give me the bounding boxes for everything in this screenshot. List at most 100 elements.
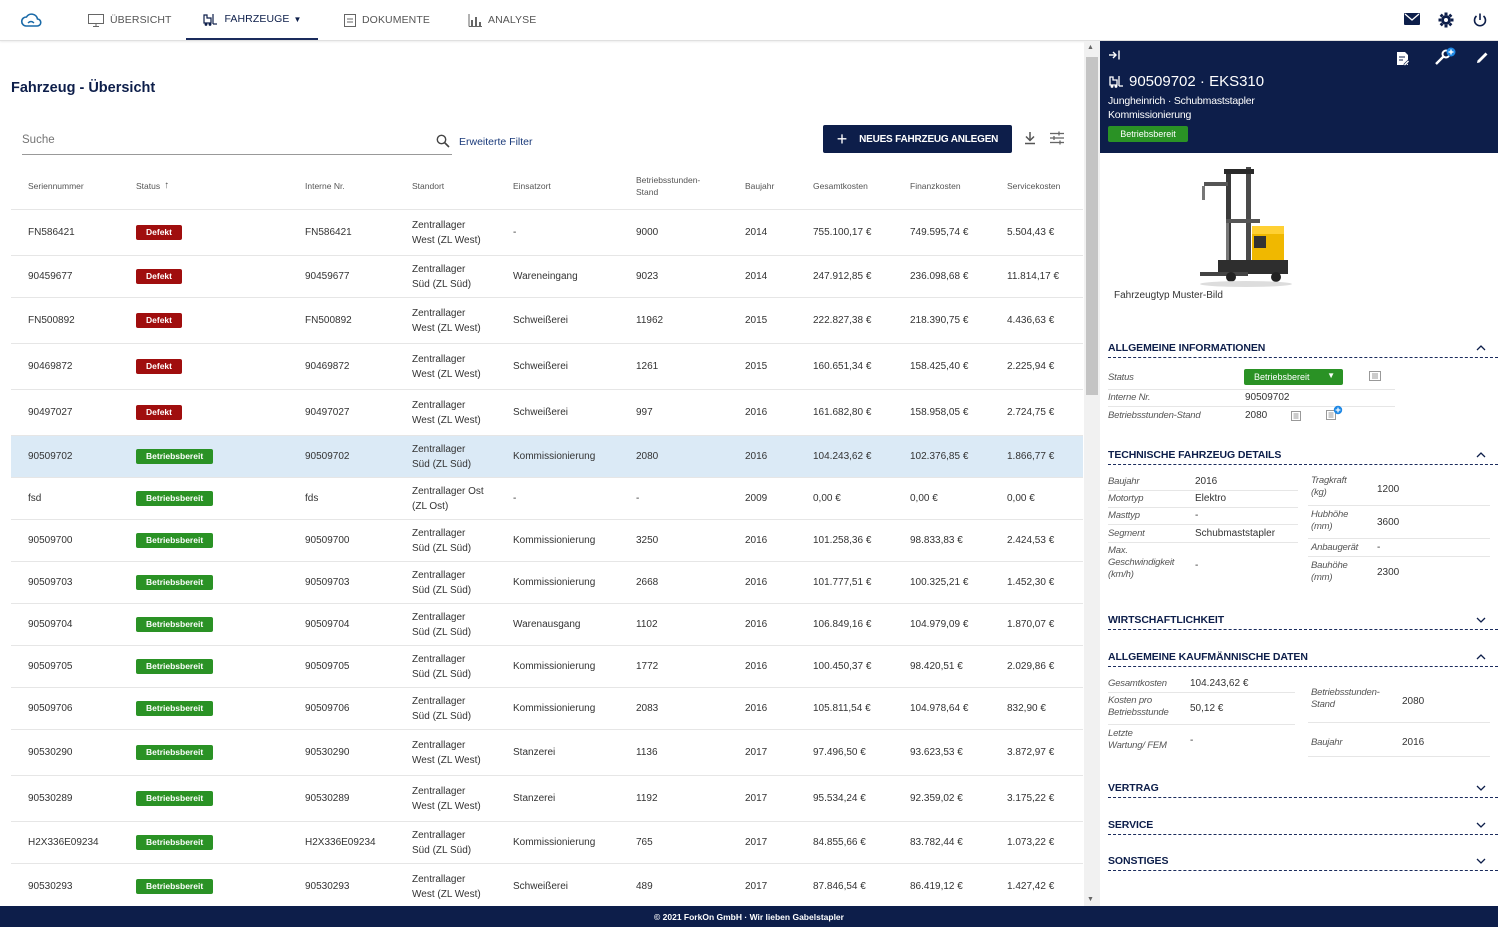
table-row[interactable]: 90509702 Betriebsbereit 90509702 Zentrallag… <box>11 436 1083 478</box>
chevron-down-icon[interactable] <box>1476 785 1486 791</box>
header-year[interactable]: Baujahr <box>745 162 805 210</box>
cell-year: 2016 <box>745 562 805 603</box>
header-total[interactable]: Gesamtkosten <box>813 162 903 210</box>
add-service-icon[interactable] <box>1434 47 1456 67</box>
document-edit-icon[interactable] <box>1396 51 1410 66</box>
cloud-logo-icon[interactable] <box>20 11 42 31</box>
cell-total-text: 87.846,54 € <box>813 881 866 892</box>
cell-service-text: 11.814,17 € <box>1007 271 1060 282</box>
table-row[interactable]: 90530290 Betriebsbereit 90530290 Zentrallag… <box>11 730 1083 776</box>
table-row[interactable]: H2X336E09234 Betriebsbereit H2X336E09234 Ze… <box>11 822 1083 864</box>
cell-finance: 86.419,12 € <box>910 864 1000 906</box>
status-badge: Defekt <box>136 225 182 240</box>
header-serial[interactable]: Seriennummer <box>28 162 128 210</box>
table-row[interactable]: 90509706 Betriebsbereit 90509706 Zentrallag… <box>11 688 1083 730</box>
table-row[interactable]: 90509703 Betriebsbereit 90509703 Zentrallag… <box>11 562 1083 604</box>
header-finance[interactable]: Finanzkosten <box>910 162 1000 210</box>
table-row[interactable]: 90509700 Betriebsbereit 90509700 Zentrallag… <box>11 520 1083 562</box>
cell-internal: 90509706 <box>305 688 405 729</box>
cell-site: Warenausgang <box>513 604 623 645</box>
section-general-info[interactable]: ALLGEMEINE INFORMATIONEN <box>1108 338 1498 358</box>
search-input[interactable] <box>22 127 422 153</box>
extended-filter-link[interactable]: Erweiterte Filter <box>459 136 533 148</box>
cell-internal-text: FN586421 <box>305 227 352 238</box>
cell-year: 2016 <box>745 520 805 561</box>
section-service[interactable]: SERVICE <box>1108 815 1498 835</box>
status-badge: Betriebsbereit <box>136 533 214 548</box>
chevron-down-icon[interactable] <box>1476 822 1486 828</box>
cell-service-text: 2.424,53 € <box>1007 535 1055 546</box>
status-badge: Betriebsbereit <box>136 659 214 674</box>
main-scrollbar[interactable]: ▲ ▼ <box>1084 41 1100 906</box>
scroll-down-icon[interactable]: ▼ <box>1087 896 1094 903</box>
speed-label: Max. Geschwindigkeit (km/h) <box>1108 545 1175 580</box>
cell-internal: 90530289 <box>305 776 405 821</box>
table-row[interactable]: 90509704 Betriebsbereit 90509704 Zentrallag… <box>11 604 1083 646</box>
tragkraft-label: Tragkraft (kg) <box>1311 475 1347 498</box>
section-economy[interactable]: WIRTSCHAFTLICHKEIT <box>1108 610 1498 630</box>
tab-fahrzeuge[interactable]: FAHRZEUGE ▼ <box>186 0 318 40</box>
collapse-panel-icon[interactable] <box>1108 50 1120 60</box>
chevron-down-icon[interactable] <box>1476 858 1486 864</box>
cell-serial-text: FN586421 <box>28 227 75 238</box>
pencil-icon[interactable] <box>1476 51 1489 64</box>
status-badge: Betriebsbereit <box>136 835 214 850</box>
header-site[interactable]: Einsatzort <box>513 162 623 210</box>
header-location[interactable]: Standort <box>412 162 502 210</box>
app-root: ÜBERSICHT FAHRZEUGE ▼ DOKUMENTE ANALYSE … <box>0 0 1498 927</box>
table-row[interactable]: 90459677 Defekt 90459677 Zentrallager Süd (… <box>11 256 1083 298</box>
cell-total: 0,00 € <box>813 478 903 519</box>
header-service[interactable]: Servicekosten <box>1007 162 1083 210</box>
cell-finance-text: 100.325,21 € <box>910 577 969 588</box>
table-row[interactable]: fsd Betriebsbereit fds Zentrallager Ost (ZL… <box>11 478 1083 520</box>
cell-hours: 2668 <box>636 562 714 603</box>
status-select[interactable]: Betriebsbereit ▼ <box>1244 369 1343 385</box>
table-row[interactable]: 90530293 Betriebsbereit 90530293 Zentrallag… <box>11 864 1083 906</box>
gear-icon[interactable] <box>1438 12 1454 28</box>
list-icon[interactable] <box>1291 411 1301 421</box>
table-row[interactable]: 90469872 Defekt 90469872 Zentrallager West … <box>11 344 1083 390</box>
mail-icon[interactable] <box>1404 12 1420 26</box>
scrollbar-thumb[interactable] <box>1086 57 1098 395</box>
search-icon[interactable] <box>436 134 450 148</box>
tab-dokumente[interactable]: DOKUMENTE <box>344 0 430 40</box>
masttyp-label: Masttyp <box>1108 510 1140 521</box>
section-contract[interactable]: VERTRAG <box>1108 778 1498 798</box>
cell-serial: 90509703 <box>28 562 128 603</box>
list-icon[interactable] <box>1369 371 1381 381</box>
tune-icon[interactable] <box>1049 131 1065 145</box>
tab-uebersicht[interactable]: ÜBERSICHT <box>88 0 172 40</box>
table-row[interactable]: FN500892 Defekt FN500892 Zentrallager West … <box>11 298 1083 344</box>
header-hours[interactable]: Betriebsstunden-Stand <box>636 162 714 210</box>
cell-total: 95.534,24 € <box>813 776 903 821</box>
chevron-up-icon[interactable] <box>1476 344 1486 351</box>
section-commercial-data[interactable]: ALLGEMEINE KAUFMÄNNISCHE DATEN <box>1108 647 1498 667</box>
cell-total-text: 97.496,50 € <box>813 747 866 758</box>
table-row[interactable]: 90530289 Betriebsbereit 90530289 Zentrallag… <box>11 776 1083 822</box>
scroll-up-icon[interactable]: ▲ <box>1087 44 1094 51</box>
search-field[interactable] <box>22 127 452 155</box>
cell-total: 755.100,17 € <box>813 210 903 255</box>
table-row[interactable]: 90497027 Defekt 90497027 Zentrallager West … <box>11 390 1083 436</box>
power-icon[interactable] <box>1472 12 1488 28</box>
hours-value: 2080 <box>1245 410 1268 421</box>
cell-location: Zentrallager Süd (ZL Süd) <box>412 436 484 477</box>
cell-year: 2015 <box>745 344 805 389</box>
table-row[interactable]: FN586421 Defekt FN586421 Zentrallager West … <box>11 210 1083 256</box>
cell-internal: 90509702 <box>305 436 405 477</box>
header-internal[interactable]: Interne Nr. <box>305 162 405 210</box>
new-vehicle-button[interactable]: + NEUES FAHRZEUG ANLEGEN <box>823 125 1012 153</box>
cell-finance: 83.782,44 € <box>910 822 1000 863</box>
chevron-up-icon[interactable] <box>1476 653 1486 660</box>
anbaugeraet-label: Anbaugerät <box>1311 542 1359 553</box>
chevron-down-icon[interactable] <box>1476 617 1486 623</box>
header-status[interactable]: Status ↑ <box>136 162 236 210</box>
download-icon[interactable] <box>1024 131 1036 145</box>
section-other[interactable]: SONSTIGES <box>1108 851 1498 871</box>
add-hours-icon[interactable] <box>1326 405 1343 421</box>
cell-internal-text: FN500892 <box>305 315 352 326</box>
tab-analyse[interactable]: ANALYSE <box>468 0 536 40</box>
section-technical-details[interactable]: TECHNISCHE FAHRZEUG DETAILS <box>1108 445 1498 465</box>
table-row[interactable]: 90509705 Betriebsbereit 90509705 Zentrallag… <box>11 646 1083 688</box>
chevron-up-icon[interactable] <box>1476 451 1486 458</box>
